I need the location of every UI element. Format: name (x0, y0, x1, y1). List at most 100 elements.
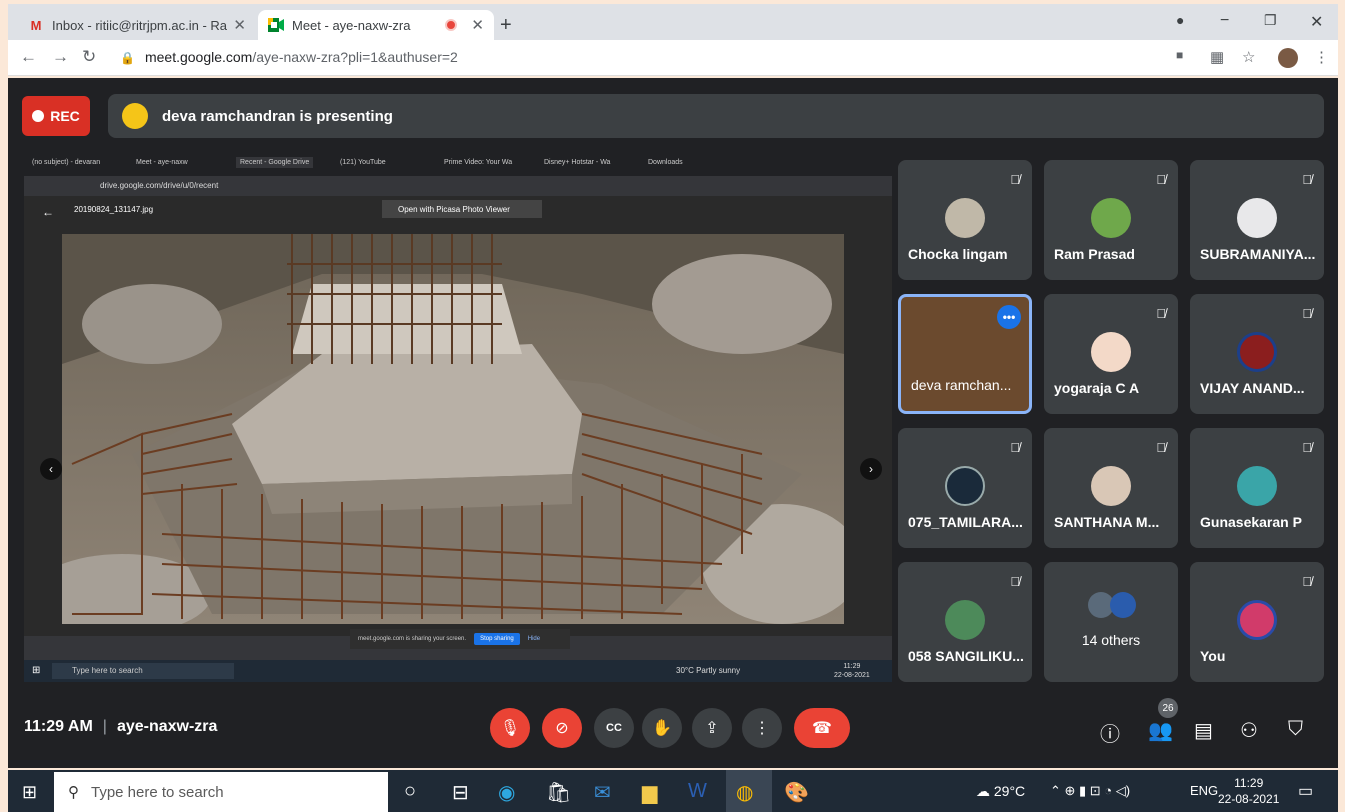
url-field[interactable]: 🔒 meet.google.com/aye-naxw-zra?pli=1&auth… (120, 49, 458, 65)
shared-url: drive.google.com/drive/u/0/recent (100, 181, 219, 190)
shared-tab: (121) YouTube (340, 159, 386, 166)
hide-button: Hide (527, 636, 541, 642)
shared-tab-strip: (no subject) - devaran Meet - aye-naxw R… (24, 156, 892, 176)
activities-icon[interactable]: ⚇ (1240, 718, 1258, 743)
search-icon: ⚲ (68, 784, 79, 801)
mic-off-icon: 🎙̸ (1156, 306, 1166, 321)
participant-name: Gunasekaran P (1200, 514, 1302, 530)
sharing-notice-text: meet.google.com is sharing your screen. (358, 636, 467, 642)
mic-off-icon: 🎙̸ (1302, 574, 1312, 589)
participant-tile[interactable]: 🎙̸ SANTHANA M... (1044, 428, 1178, 548)
participant-tile[interactable]: 🎙̸ 058 SANGILIKU... (898, 562, 1032, 682)
windows-start-icon: ⊞ (32, 665, 41, 676)
minimize-icon[interactable]: − (1220, 12, 1229, 30)
mail-icon[interactable]: ✉ (594, 780, 611, 805)
meet-icon (268, 17, 284, 33)
avatar (945, 466, 985, 506)
file-name: 20190824_131147.jpg (74, 205, 154, 214)
participant-tile[interactable]: 🎙̸ 075_TAMILARA... (898, 428, 1032, 548)
edge-icon[interactable]: ◉ (498, 780, 515, 805)
chat-icon[interactable]: ▤ (1194, 718, 1213, 743)
participant-name: SANTHANA M... (1054, 514, 1160, 530)
camera-toggle-button[interactable]: ⊘ (542, 708, 582, 748)
tab-inbox[interactable]: M Inbox - ritiic@ritrjpm.ac.in - Ram ✕ (18, 10, 256, 40)
taskbar-clock[interactable]: 11:29 22-08-2021 (1218, 775, 1279, 807)
lock-icon: 🔒 (120, 51, 135, 65)
participant-tile[interactable]: 🎙̸ yogaraja C A (1044, 294, 1178, 414)
windows-start-icon[interactable]: ⊞ (22, 782, 37, 803)
close-tab-icon[interactable]: ✕ (233, 16, 246, 34)
word-icon[interactable]: W (688, 780, 707, 803)
others-count: 14 others (1081, 632, 1141, 648)
mic-toggle-button[interactable]: 🎙 (490, 708, 530, 748)
avatar (1237, 600, 1277, 640)
avatar (1110, 592, 1136, 618)
tab-meet[interactable]: Meet - aye-naxw-zra ✕ (258, 10, 494, 40)
meeting-details: 11:29 AM | aye-naxw-zra (24, 718, 218, 735)
restore-icon[interactable]: ❐ (1264, 12, 1277, 29)
profile-menu-icon[interactable]: ● (1176, 12, 1184, 28)
mic-off-icon: 🎙̸ (1156, 440, 1166, 455)
more-options-icon[interactable]: ••• (997, 305, 1021, 329)
task-view-icon[interactable]: ⊟ (452, 780, 469, 805)
shared-tab: Meet - aye-naxw (136, 159, 188, 166)
participant-tile[interactable]: 🎙̸ SUBRAMANIYA... (1190, 160, 1324, 280)
presenting-banner: deva ramchandran is presenting (108, 94, 1324, 138)
taskbar-search-box[interactable]: ⚲ Type here to search (54, 772, 388, 812)
previous-image-icon: ‹ (40, 458, 62, 480)
forward-icon[interactable]: → (52, 47, 69, 67)
new-tab-icon[interactable]: + (500, 14, 512, 37)
close-window-icon[interactable]: ✕ (1310, 12, 1323, 32)
participant-tile[interactable]: 🎙̸ Ram Prasad (1044, 160, 1178, 280)
people-icon[interactable]: 👥 (1148, 718, 1173, 743)
avatar (945, 198, 985, 238)
participant-name: You (1200, 648, 1226, 664)
store-icon[interactable]: 🛍 (546, 780, 571, 805)
shared-tab: Prime Video: Your Wa (444, 159, 513, 166)
file-explorer-icon[interactable]: ▆ (642, 780, 657, 805)
language-indicator[interactable]: ENG (1190, 783, 1218, 798)
host-controls-icon[interactable]: ⛉ (1288, 718, 1303, 741)
participant-tile[interactable]: 🎙̸ Gunasekaran P (1190, 428, 1324, 548)
others-tile[interactable]: 14 others (1044, 562, 1178, 682)
close-tab-icon[interactable]: ✕ (471, 16, 484, 34)
leave-call-button[interactable]: ☎ (794, 708, 850, 748)
bookmark-star-icon[interactable]: ☆ (1242, 48, 1255, 66)
cortana-icon[interactable]: ○ (404, 780, 416, 803)
screen: M Inbox - ritiic@ritrjpm.ac.in - Ram ✕ M… (0, 0, 1345, 812)
shared-taskbar-search: Type here to search (52, 663, 234, 679)
avatar (1237, 198, 1277, 238)
meeting-info-icon[interactable]: ⓘ (1100, 718, 1120, 747)
meet-window: REC deva ramchandran is presenting (no s… (8, 78, 1338, 768)
tab-title: Inbox - ritiic@ritrjpm.ac.in - Ram (52, 17, 228, 33)
taskbar-weather[interactable]: ☁ 29°C (976, 783, 1025, 800)
mic-off-icon: 🎙̸ (1010, 172, 1020, 187)
menu-dots-icon[interactable]: ⋮ (1314, 48, 1329, 66)
mic-off-icon: 🎙̸ (1302, 172, 1312, 187)
participant-tile[interactable]: 🎙̸ Chocka lingam (898, 160, 1032, 280)
back-icon[interactable]: ← (20, 47, 37, 67)
participant-tile[interactable]: 🎙̸ VIJAY ANAND... (1190, 294, 1324, 414)
presenter-avatar (122, 103, 148, 129)
profile-avatar[interactable] (1278, 48, 1298, 68)
paint-icon[interactable]: 🎨 (784, 780, 809, 805)
participant-name: Ram Prasad (1054, 246, 1135, 262)
raise-hand-button[interactable]: ✋ (642, 708, 682, 748)
shared-date: 22-08-2021 (834, 672, 870, 679)
chrome-icon[interactable]: ◍ (736, 780, 753, 805)
notifications-icon[interactable]: ▭ (1298, 781, 1313, 801)
qr-code-icon[interactable]: ▦ (1210, 48, 1224, 66)
reload-icon[interactable]: ↻ (82, 47, 96, 67)
more-options-button[interactable]: ⋮ (742, 708, 782, 748)
tray-icons[interactable]: ⌃ ⊕ ▮ ⊡ ◔ ◁) (1050, 783, 1130, 799)
self-tile[interactable]: 🎙̸ You (1190, 562, 1324, 682)
address-bar: ← → ↻ 🔒 meet.google.com/aye-naxw-zra?pli=… (8, 40, 1338, 76)
captions-button[interactable]: CC (594, 708, 634, 748)
participant-name: yogaraja C A (1054, 380, 1140, 396)
participant-tile-active-speaker[interactable]: ••• deva ramchan... (898, 294, 1032, 414)
url-path: /aye-naxw-zra?pli=1&authuser=2 (252, 49, 458, 65)
recording-badge: REC (22, 96, 90, 136)
camera-indicator-icon[interactable]: ■ (1176, 48, 1183, 62)
present-button[interactable]: ⇪ (692, 708, 732, 748)
avatar (1091, 466, 1131, 506)
